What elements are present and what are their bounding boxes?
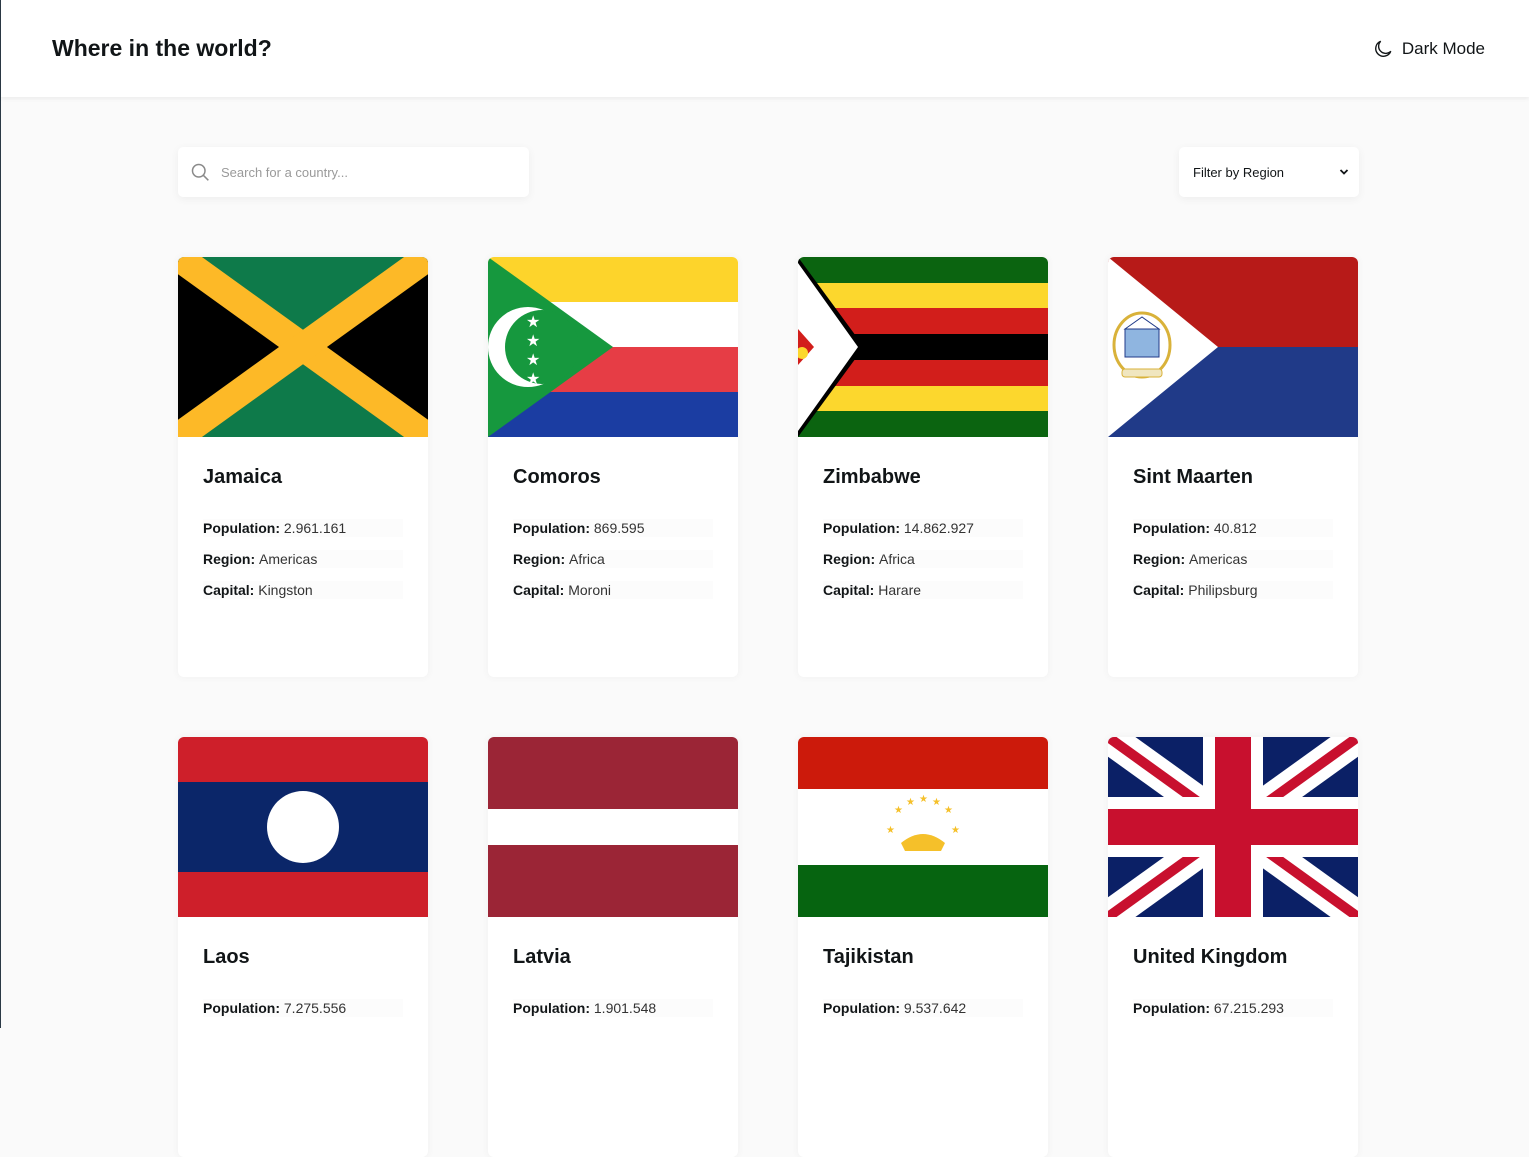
region-info: Region: Africa (513, 550, 713, 568)
search-icon (191, 163, 209, 181)
search-box[interactable] (178, 147, 529, 197)
capital-info: Capital: Kingston (203, 581, 403, 599)
country-name: Sint Maarten (1133, 466, 1254, 488)
flag-laos (178, 737, 428, 917)
country-card-tajikistan[interactable]: ★ ★ ★ ★ ★ ★ ★ Tajikistan Population: 9.5… (798, 737, 1048, 1157)
population-info: Population: 7.275.556 (203, 999, 403, 1017)
country-name: Latvia (513, 946, 571, 968)
moon-icon (1374, 40, 1392, 57)
country-card-sint-maarten[interactable]: Sint Maarten Population: 40.812 Region: … (1108, 257, 1358, 677)
dark-mode-toggle[interactable]: Dark Mode (1372, 38, 1485, 60)
region-filter-label: Filter by Region (1193, 164, 1285, 180)
flag-united-kingdom (1108, 737, 1358, 917)
flag-jamaica (178, 257, 428, 437)
capital-info: Capital: Harare (823, 581, 1023, 599)
capital-info: Capital: Philipsburg (1133, 581, 1333, 599)
svg-text:★: ★ (886, 825, 895, 836)
flag-sint-maarten (1108, 257, 1358, 437)
region-info: Region: Americas (203, 550, 403, 568)
search-input[interactable] (219, 163, 503, 181)
app-header: Where in the world? Dark Mode (1, 0, 1529, 97)
population-info: Population: 2.961.161 (203, 519, 403, 537)
flag-zimbabwe (798, 257, 1048, 437)
population-info: Population: 40.812 (1133, 519, 1333, 537)
population-info: Population: 1.901.548 (513, 999, 713, 1017)
svg-text:★: ★ (906, 797, 915, 808)
svg-text:★: ★ (526, 331, 540, 350)
country-card-latvia[interactable]: Latvia Population: 1.901.548 (488, 737, 738, 1157)
app-title[interactable]: Where in the world? (52, 35, 272, 62)
country-name: Tajikistan (823, 946, 914, 968)
country-card-laos[interactable]: Laos Population: 7.275.556 (178, 737, 428, 1157)
country-name: Jamaica (203, 466, 282, 488)
population-info: Population: 9.537.642 (823, 999, 1023, 1017)
svg-text:★: ★ (894, 805, 903, 816)
capital-info: Capital: Moroni (513, 581, 713, 599)
population-info: Population: 869.595 (513, 519, 713, 537)
svg-text:★: ★ (919, 794, 928, 805)
country-name: United Kingdom (1133, 946, 1288, 968)
flag-tajikistan: ★ ★ ★ ★ ★ ★ ★ (798, 737, 1048, 917)
country-card-united-kingdom[interactable]: United Kingdom Population: 67.215.293 (1108, 737, 1358, 1157)
svg-text:★: ★ (526, 369, 540, 388)
country-card-zimbabwe[interactable]: Zimbabwe Population: 14.862.927 Region: … (798, 257, 1048, 677)
flag-comoros: ★ ★ ★ ★ (488, 257, 738, 437)
region-info: Region: Africa (823, 550, 1023, 568)
flag-latvia (488, 737, 738, 917)
chevron-down-icon (1339, 169, 1349, 175)
country-card-jamaica[interactable]: Jamaica Population: 2.961.161 Region: Am… (178, 257, 428, 677)
country-name: Comoros (513, 466, 601, 488)
population-info: Population: 67.215.293 (1133, 999, 1333, 1017)
region-info: Region: Americas (1133, 550, 1333, 568)
region-filter-select[interactable]: Filter by Region (1179, 147, 1359, 197)
svg-text:★: ★ (526, 350, 540, 369)
svg-text:★: ★ (526, 312, 540, 331)
svg-text:★: ★ (944, 805, 953, 816)
country-name: Zimbabwe (823, 466, 921, 488)
svg-text:★: ★ (932, 797, 941, 808)
country-card-comoros[interactable]: ★ ★ ★ ★ Comoros Population: 869.595 Regi… (488, 257, 738, 677)
population-info: Population: 14.862.927 (823, 519, 1023, 537)
svg-text:★: ★ (951, 825, 960, 836)
country-name: Laos (203, 946, 250, 968)
dark-mode-label: Dark Mode (1401, 38, 1485, 58)
